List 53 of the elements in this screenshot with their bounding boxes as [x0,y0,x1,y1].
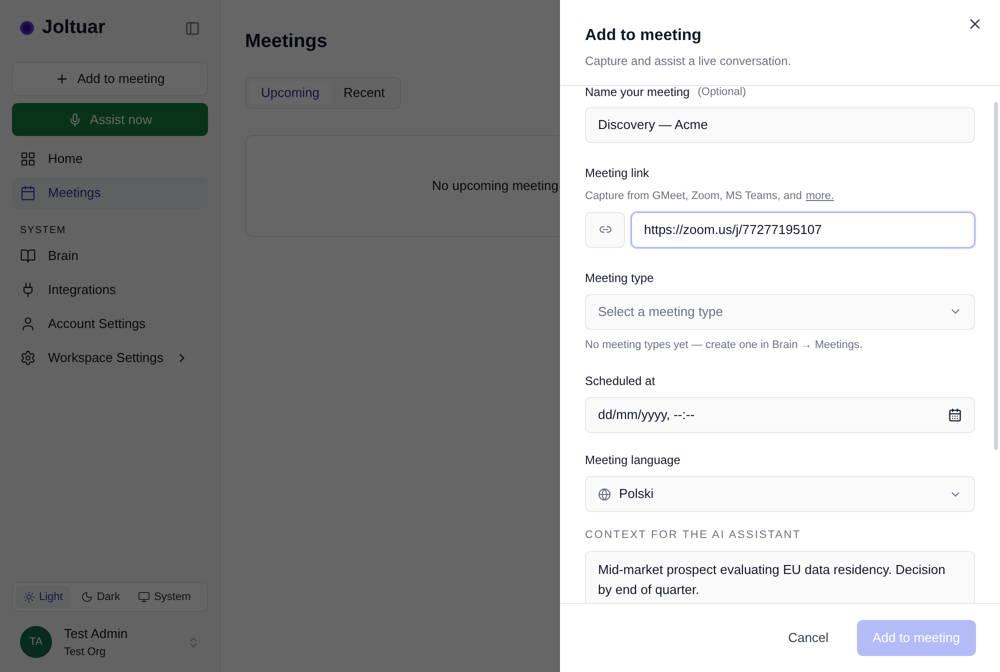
sidebar-toggle-icon[interactable] [185,20,200,36]
brand-name: Joltuar [42,16,106,40]
calendar-icon [948,408,962,422]
scrollbar-thumb[interactable] [994,102,998,450]
globe-icon [598,488,611,500]
monitor-icon [138,591,150,603]
field-label: Name your meeting [585,86,690,101]
user-avatar: TA [20,626,52,658]
assist-now-button[interactable]: Assist now [12,103,208,136]
input-field[interactable]: https://zoom.us/j/77277195107 [631,212,975,248]
select-field[interactable]: Select a meeting type [585,294,975,330]
optional-hint: (Optional) [698,86,746,100]
field-label: Meeting link [585,165,650,182]
tab[interactable]: Recent [332,80,397,104]
theme-option[interactable]: System [131,586,198,608]
theme-option[interactable]: Dark [74,586,128,608]
help-text: No meeting types yet — create one in Brain → Meetings. [585,338,864,352]
more-link[interactable]: more. [806,188,834,204]
add-to-meeting-button[interactable]: Add to meeting [12,62,208,96]
text-area[interactable]: Mid-market prospect evaluating EU data residency. Decision by end of quarter. [585,550,975,603]
moon-icon [80,591,93,603]
field-label: Meeting language [585,452,682,469]
empty-message: No upcoming meeting [432,176,558,195]
user-icon [20,316,36,332]
grid-icon [20,151,36,167]
cancel-button[interactable]: Cancel [772,620,845,656]
field-label: Scheduled at [585,373,656,390]
settings-icon [20,350,36,366]
section-title: CONTEXT FOR THE AI ASSISTANT [585,528,802,543]
nav-item[interactable]: Home [12,143,208,175]
plus-icon [55,72,70,86]
datetime-field[interactable]: dd/mm/yyyy, --:-- [585,397,975,433]
microphone-icon [68,112,82,126]
logo-icon [20,21,34,35]
drawer-subtitle: Capture and assist a live conversation. [585,53,792,70]
input-field[interactable]: Discovery — Acme [585,107,975,143]
user-name: Test Admin [64,625,129,643]
theme-option[interactable]: Light [16,586,70,608]
page-title: Meetings [245,30,328,54]
nav-item[interactable]: Integrations [12,274,208,306]
section-title: SYSTEM [19,224,67,238]
drawer-title: Add to meeting [585,26,702,46]
user-org: Test Org [64,644,107,660]
book-icon [20,248,36,264]
field-label: Meeting type [585,270,655,286]
nav-item[interactable]: Workspace Settings [12,342,208,374]
calendar-icon [20,185,36,201]
select-field[interactable]: Polski [585,476,975,512]
sun-icon [23,591,35,603]
help-text: Capture from GMeet, Zoom, MS Teams, and [585,189,802,204]
nav-item[interactable]: Meetings [12,177,208,209]
nav-item[interactable]: Brain [12,240,208,272]
nav-item[interactable]: Account Settings [12,308,208,340]
